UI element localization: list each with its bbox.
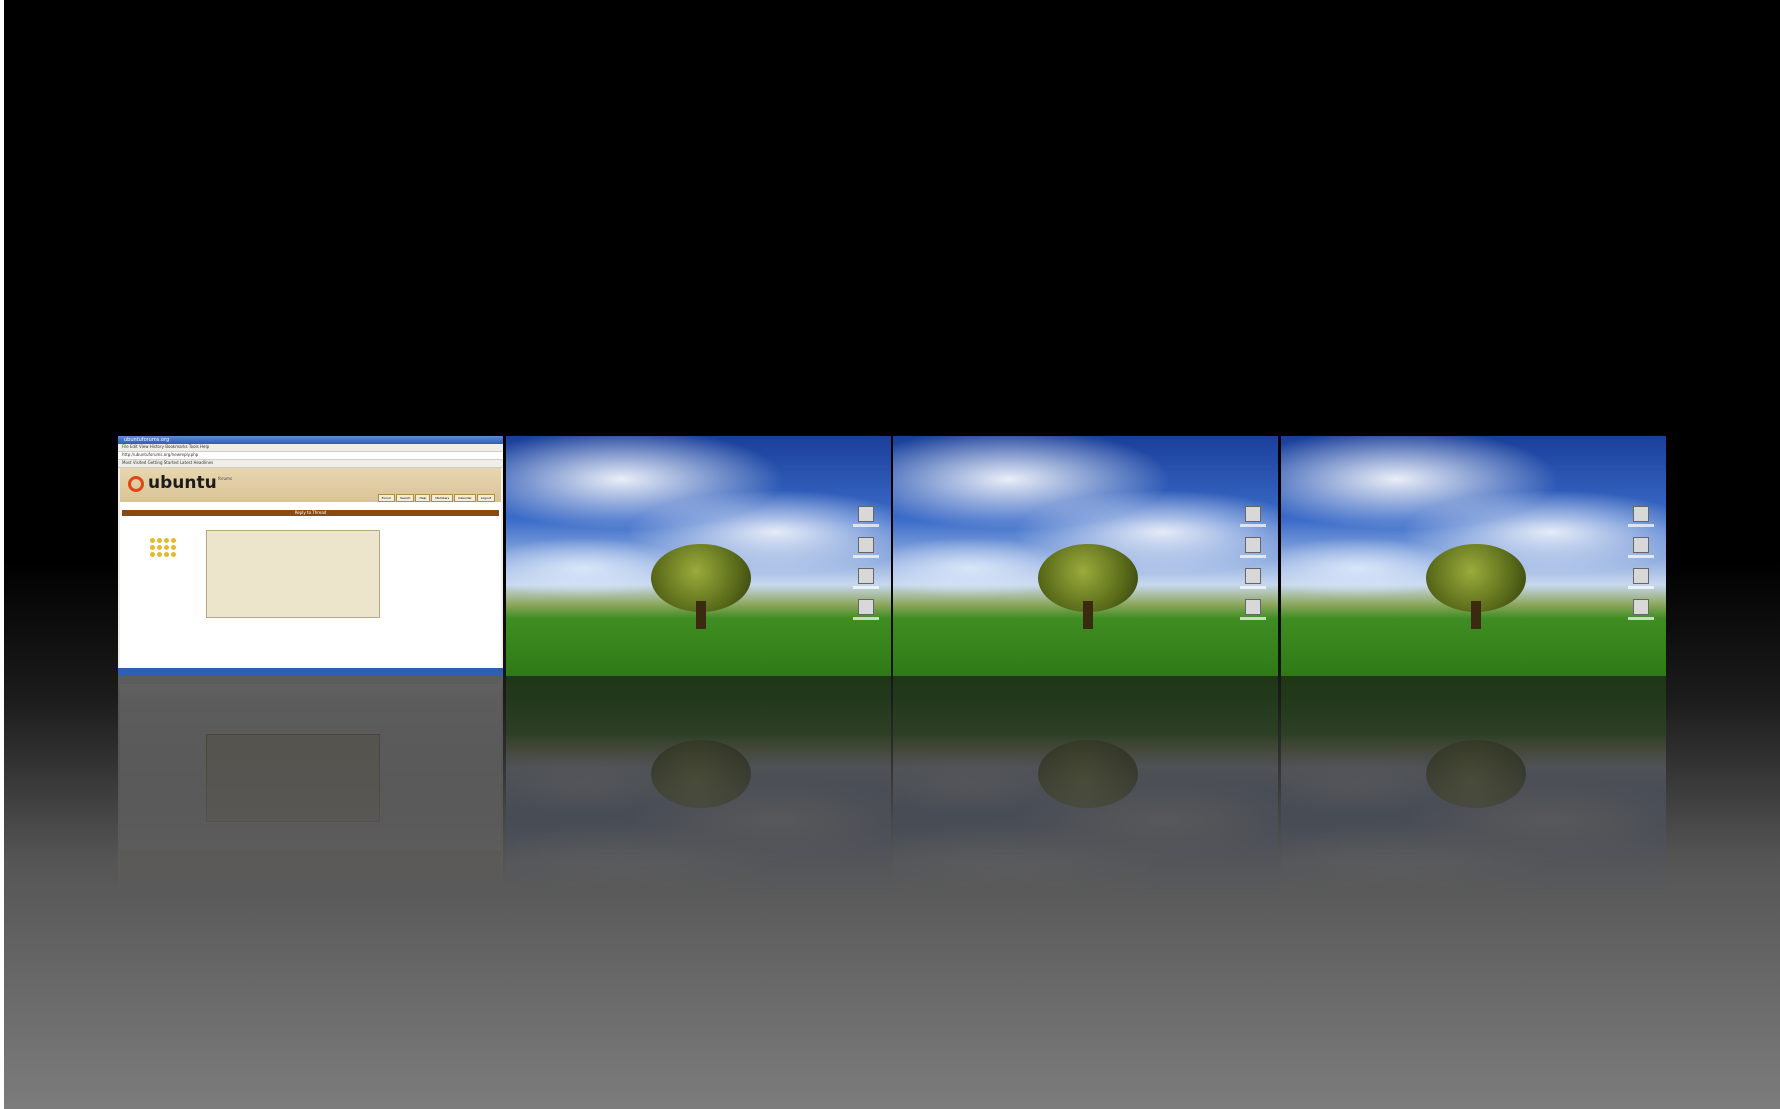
- reflection-browser: [118, 676, 503, 916]
- address-bar[interactable]: http://ubuntuforums.org/newreply.php: [118, 452, 503, 460]
- smiley-icon[interactable]: [164, 552, 169, 557]
- tab-calendar[interactable]: Calendar: [454, 494, 476, 502]
- workspace-4[interactable]: [1281, 436, 1666, 676]
- ubuntu-logo-sub: forums: [218, 476, 233, 481]
- reflection-wallpaper: [893, 676, 1278, 916]
- smilies-panel[interactable]: [150, 538, 176, 557]
- workspace-2[interactable]: [506, 436, 891, 676]
- workspace-reflection: [118, 676, 1668, 916]
- taskbar[interactable]: [118, 668, 503, 676]
- workspace-switcher: ubuntuforums.org File Edit View History …: [118, 436, 1668, 676]
- web-page: ubuntu forums Forum Search Help Members …: [120, 468, 501, 668]
- tab-help[interactable]: Help: [415, 494, 431, 502]
- left-edge: [0, 0, 4, 1109]
- trash-icon[interactable]: [1240, 568, 1266, 589]
- smiley-icon[interactable]: [150, 538, 155, 543]
- reflection-textarea: [206, 734, 380, 822]
- reflection-tree: [651, 740, 751, 808]
- reflection-tree: [1426, 740, 1526, 808]
- computer-icon[interactable]: [1240, 506, 1266, 527]
- tree-trunk: [1471, 601, 1481, 629]
- desktop-wallpaper: [893, 436, 1278, 676]
- desktop-wallpaper: [506, 436, 891, 676]
- tree-trunk: [1083, 601, 1093, 629]
- reply-bar: Reply to Thread: [122, 510, 499, 516]
- browser-title: ubuntuforums.org: [124, 437, 170, 443]
- trash-icon[interactable]: [853, 568, 879, 589]
- desktop-wallpaper: [1281, 436, 1666, 676]
- smiley-icon[interactable]: [157, 545, 162, 550]
- smiley-icon[interactable]: [150, 552, 155, 557]
- trash-icon[interactable]: [1628, 568, 1654, 589]
- smiley-icon[interactable]: [157, 538, 162, 543]
- reflection-2: [506, 676, 891, 916]
- computer-icon[interactable]: [853, 506, 879, 527]
- forum-banner: ubuntu forums Forum Search Help Members …: [120, 468, 501, 502]
- smiley-icon[interactable]: [157, 552, 162, 557]
- tree-trunk: [696, 601, 706, 629]
- drive-icon[interactable]: [1240, 599, 1266, 620]
- reflection-1: [118, 676, 503, 916]
- forum-tabs: Forum Search Help Members Calendar Logou…: [377, 494, 495, 502]
- tab-forum[interactable]: Forum: [377, 494, 396, 502]
- message-textarea[interactable]: [206, 530, 380, 618]
- drive-icon[interactable]: [853, 599, 879, 620]
- smiley-icon[interactable]: [164, 538, 169, 543]
- desktop-icons: [1628, 506, 1656, 630]
- reflection-wallpaper: [1281, 676, 1666, 916]
- browser-window[interactable]: ubuntuforums.org File Edit View History …: [118, 436, 503, 676]
- tab-logout[interactable]: Logout: [476, 494, 495, 502]
- smiley-icon[interactable]: [164, 545, 169, 550]
- desktop-icons: [1240, 506, 1268, 630]
- reflection-page: [120, 684, 501, 884]
- workspace-1[interactable]: ubuntuforums.org File Edit View History …: [118, 436, 503, 676]
- tab-search[interactable]: Search: [396, 494, 415, 502]
- browser-menubar[interactable]: File Edit View History Bookmarks Tools H…: [118, 444, 503, 452]
- reflection-3: [893, 676, 1278, 916]
- drive-icon[interactable]: [1628, 599, 1654, 620]
- reflection-tree: [1038, 740, 1138, 808]
- smiley-icon[interactable]: [171, 545, 176, 550]
- reflection-4: [1281, 676, 1666, 916]
- tab-members[interactable]: Members: [431, 494, 454, 502]
- desktop-icons: [853, 506, 881, 630]
- workspace-3[interactable]: [893, 436, 1278, 676]
- home-icon[interactable]: [1240, 537, 1266, 558]
- reflection-wallpaper: [506, 676, 891, 916]
- smiley-icon[interactable]: [171, 538, 176, 543]
- home-icon[interactable]: [1628, 537, 1654, 558]
- ubuntu-logo-icon: [128, 476, 144, 492]
- home-icon[interactable]: [853, 537, 879, 558]
- bookmarks-bar[interactable]: Most Visited Getting Started Latest Head…: [118, 460, 503, 468]
- smiley-icon[interactable]: [171, 552, 176, 557]
- browser-titlebar[interactable]: ubuntuforums.org: [118, 436, 503, 444]
- computer-icon[interactable]: [1628, 506, 1654, 527]
- reflection-banner: [120, 850, 501, 884]
- ubuntu-logo-text: ubuntu: [148, 473, 217, 493]
- smiley-icon[interactable]: [150, 545, 155, 550]
